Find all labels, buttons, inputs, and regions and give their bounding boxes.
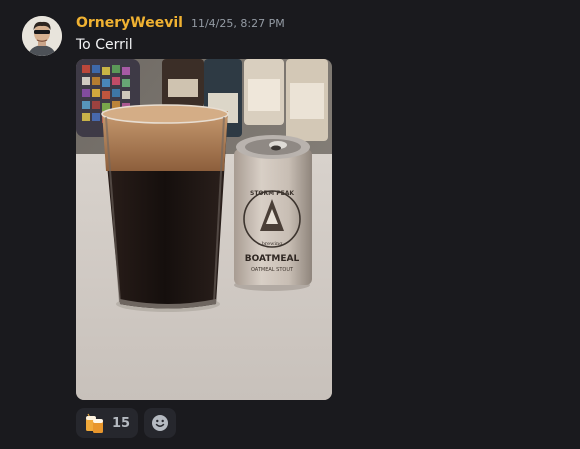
image-attachment[interactable]: BOATMEAL OATMEAL STOUT STORM PEAK brewin… [76, 59, 332, 400]
chat-message: OrneryWeevil 11/4/25, 8:27 PM To Cerril [0, 0, 580, 449]
can-style-label: OATMEAL STOUT [251, 267, 294, 273]
username[interactable]: OrneryWeevil [76, 15, 183, 31]
can-product-label: BOATMEAL [245, 254, 300, 264]
can-brand-label: STORM PEAK [250, 190, 294, 197]
reactions-bar: 15 [76, 408, 177, 438]
message-text: To Cerril [76, 37, 133, 53]
avatar-image [22, 16, 62, 56]
message-header: OrneryWeevil 11/4/25, 8:27 PM [76, 15, 285, 35]
timestamp[interactable]: 11/4/25, 8:27 PM [191, 17, 285, 30]
reaction-count: 15 [112, 415, 131, 431]
beer-photo: BOATMEAL OATMEAL STOUT STORM PEAK brewin… [76, 59, 332, 400]
avatar[interactable] [22, 16, 62, 56]
add-reaction-icon [152, 415, 169, 431]
can-sub-label: brewing [262, 241, 284, 247]
beer-mugs-icon [86, 413, 103, 433]
reaction-beer-mugs[interactable]: 15 [76, 408, 139, 438]
add-reaction-button[interactable] [144, 408, 177, 438]
